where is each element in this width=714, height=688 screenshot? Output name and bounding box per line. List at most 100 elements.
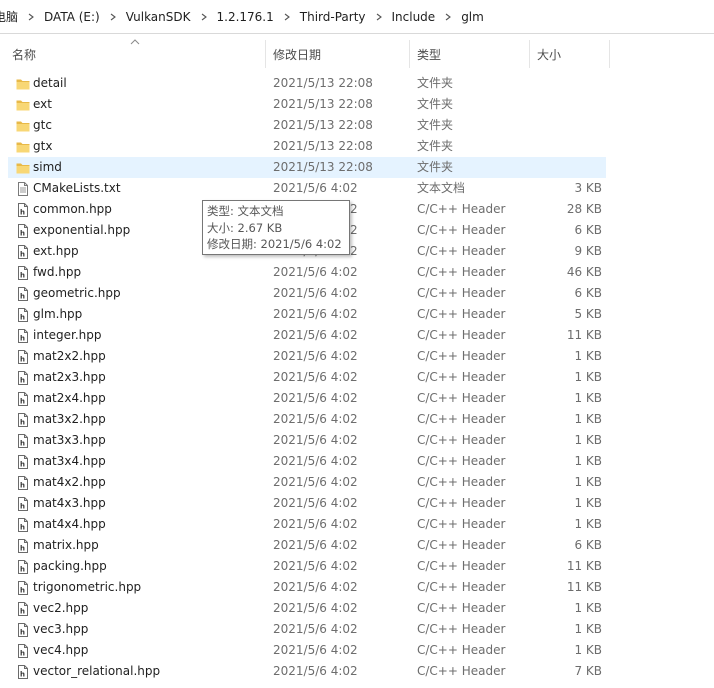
file-size: 1 KB [574,517,602,531]
file-date: 2021/5/6 4:02 [273,286,358,300]
svg-text:h: h [20,356,25,364]
file-size: 46 KB [566,265,602,279]
file-tooltip: 类型: 文本文档 大小: 2.67 KB 修改日期: 2021/5/6 4:02 [202,200,350,255]
list-item[interactable]: CMakeLists.txt 2021/5/6 4:02 文本文档 3 KB [8,178,606,199]
breadcrumb-label: Include [391,9,436,24]
list-item[interactable]: h mat2x4.hpp 2021/5/6 4:02 C/C++ Header 1 KB [8,388,606,409]
file-date: 2021/5/6 4:02 [273,517,358,531]
file-name: fwd.hpp [33,265,82,279]
column-divider[interactable] [265,40,266,68]
breadcrumb-item[interactable]: Include [387,0,441,33]
file-size: 11 KB [566,559,602,573]
column-divider[interactable] [409,40,410,68]
file-size: 1 KB [574,349,602,363]
file-type: C/C++ Header [417,307,506,321]
file-name: simd [33,160,62,174]
list-item[interactable]: h geometric.hpp 2021/5/6 4:02 C/C++ Header 6… [8,283,606,304]
column-date[interactable]: 修改日期 [273,44,321,66]
svg-text:h: h [20,650,25,658]
file-name: mat3x4.hpp [33,454,106,468]
file-size: 1 KB [574,370,602,384]
breadcrumb-label: Third-Party [299,9,366,24]
list-item[interactable]: h vec3.hpp 2021/5/6 4:02 C/C++ Header 1 KB [8,619,606,640]
file-name: vector_relational.hpp [33,664,161,678]
file-name: mat3x3.hpp [33,433,106,447]
file-type: C/C++ Header [417,202,506,216]
file-type: 文本文档 [417,181,466,195]
breadcrumb-item[interactable]: Third-Party [295,0,371,33]
chevron-right-icon[interactable] [105,9,121,25]
file-type: C/C++ Header [417,286,506,300]
column-divider[interactable] [529,40,530,68]
list-item[interactable]: h vec4.hpp 2021/5/6 4:02 C/C++ Header 1 KB [8,640,606,661]
breadcrumb-item[interactable]: glm [456,0,489,33]
list-item[interactable]: h trigonometric.hpp 2021/5/6 4:02 C/C++ Hea… [8,577,606,598]
column-divider[interactable] [609,40,610,68]
column-size[interactable]: 大小 [537,44,561,66]
file-date: 2021/5/6 4:02 [273,265,358,279]
file-type: 文件夹 [417,76,454,90]
chevron-right-icon[interactable] [23,9,39,25]
header-file-icon: h [18,413,28,427]
column-type[interactable]: 类型 [417,44,441,66]
breadcrumb-item[interactable]: 电脑 [0,0,23,33]
list-item[interactable]: h mat4x3.hpp 2021/5/6 4:02 C/C++ Header 1 KB [8,493,606,514]
list-item[interactable]: h packing.hpp 2021/5/6 4:02 C/C++ Header 11 … [8,556,606,577]
list-item[interactable]: h mat4x2.hpp 2021/5/6 4:02 C/C++ Header 1 KB [8,472,606,493]
file-size: 1 KB [574,475,602,489]
file-date: 2021/5/6 4:02 [273,370,358,384]
file-size: 6 KB [574,286,602,300]
list-item[interactable]: h matrix.hpp 2021/5/6 4:02 C/C++ Header 6 KB [8,535,606,556]
header-file-icon: h [18,518,28,532]
file-name: common.hpp [33,202,112,216]
svg-text:h: h [20,272,25,280]
text-file-icon [18,182,28,196]
list-item[interactable]: ext 2021/5/13 22:08 文件夹 [8,94,606,115]
chevron-right-icon[interactable] [279,9,295,25]
chevron-right-icon[interactable] [440,9,456,25]
file-date: 2021/5/6 4:02 [273,454,358,468]
file-name: mat4x2.hpp [33,475,106,489]
file-date: 2021/5/6 4:02 [273,349,358,363]
file-name: vec4.hpp [33,643,89,657]
svg-text:h: h [20,398,25,406]
list-item[interactable]: h vec2.hpp 2021/5/6 4:02 C/C++ Header 1 KB [8,598,606,619]
file-date: 2021/5/6 4:02 [273,622,358,636]
breadcrumb-item[interactable]: VulkanSDK [121,0,196,33]
file-type: C/C++ Header [417,580,506,594]
breadcrumb-item[interactable]: 1.2.176.1 [212,0,279,33]
svg-text:h: h [20,335,25,343]
svg-text:h: h [20,566,25,574]
list-item[interactable]: gtx 2021/5/13 22:08 文件夹 [8,136,606,157]
header-file-icon: h [18,497,28,511]
file-size: 1 KB [574,643,602,657]
chevron-right-icon[interactable] [196,9,212,25]
file-date: 2021/5/13 22:08 [273,97,373,111]
file-type: C/C++ Header [417,265,506,279]
svg-text:h: h [20,377,25,385]
list-item[interactable]: h mat3x3.hpp 2021/5/6 4:02 C/C++ Header 1 KB [8,430,606,451]
list-item[interactable]: h glm.hpp 2021/5/6 4:02 C/C++ Header 5 KB [8,304,606,325]
list-item[interactable]: h mat2x3.hpp 2021/5/6 4:02 C/C++ Header 1 KB [8,367,606,388]
tooltip-date: 修改日期: 2021/5/6 4:02 [207,237,342,251]
file-date: 2021/5/6 4:02 [273,328,358,342]
file-type: C/C++ Header [417,328,506,342]
file-type: C/C++ Header [417,559,506,573]
file-size: 11 KB [566,580,602,594]
list-item[interactable]: h mat2x2.hpp 2021/5/6 4:02 C/C++ Header 1 KB [8,346,606,367]
file-date: 2021/5/6 4:02 [273,496,358,510]
header-file-icon: h [18,476,28,490]
list-item[interactable]: simd 2021/5/13 22:08 文件夹 [8,157,606,178]
list-item[interactable]: h mat3x2.hpp 2021/5/6 4:02 C/C++ Header 1 KB [8,409,606,430]
file-size: 5 KB [574,307,602,321]
list-item[interactable]: detail 2021/5/13 22:08 文件夹 [8,73,606,94]
list-item[interactable]: h mat4x4.hpp 2021/5/6 4:02 C/C++ Header 1 KB [8,514,606,535]
chevron-right-icon[interactable] [371,9,387,25]
list-item[interactable]: h integer.hpp 2021/5/6 4:02 C/C++ Header 11 … [8,325,606,346]
list-item[interactable]: h vector_relational.hpp 2021/5/6 4:02 C/C++… [8,661,606,682]
list-item[interactable]: h mat3x4.hpp 2021/5/6 4:02 C/C++ Header 1 KB [8,451,606,472]
breadcrumb-item[interactable]: DATA (E:) [39,0,105,33]
list-item[interactable]: gtc 2021/5/13 22:08 文件夹 [8,115,606,136]
list-item[interactable]: h fwd.hpp 2021/5/6 4:02 C/C++ Header 46 KB [8,262,606,283]
column-name[interactable]: 名称 [12,44,36,66]
